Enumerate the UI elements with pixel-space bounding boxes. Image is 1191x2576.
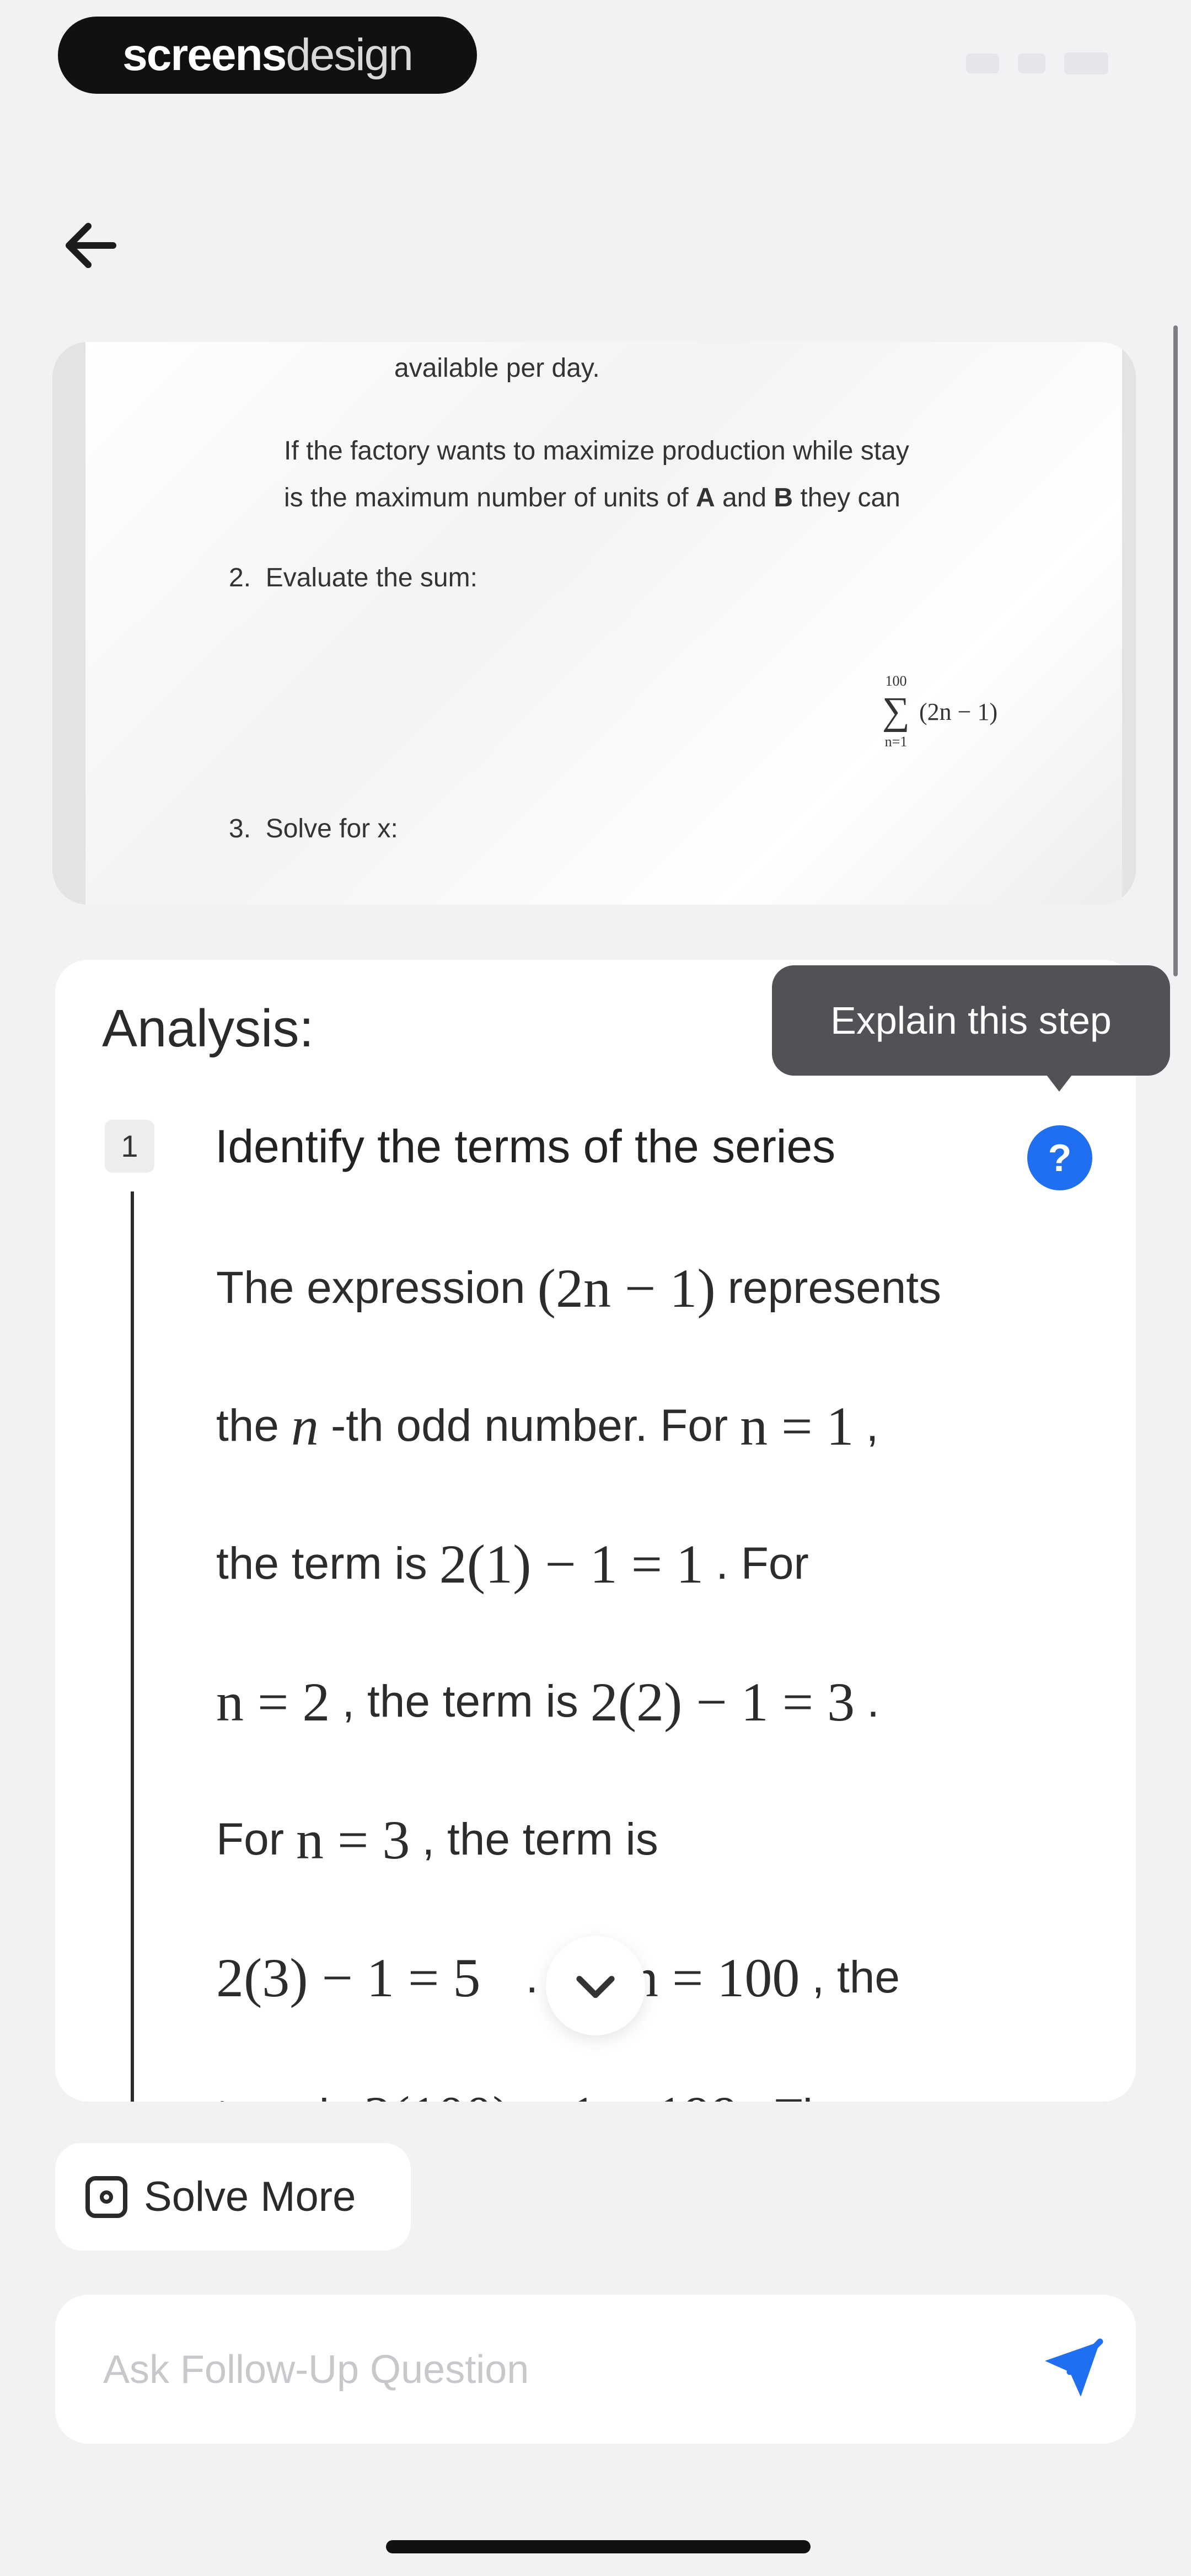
- brand-badge: screens design: [58, 17, 477, 94]
- text-segment: , the term is: [422, 1814, 658, 1864]
- follow-up-input[interactable]: [102, 2333, 986, 2406]
- photo-sum: 100 ∑ (2n − 1) n=1: [879, 673, 997, 750]
- sum-top: 100: [885, 673, 907, 689]
- explanation-line: the term is 2(1) − 1 = 1 . For: [216, 1495, 1109, 1633]
- photo-line-3: is the maximum number of units of A and …: [284, 483, 900, 513]
- math-expression: 2(2) − 1 = 3: [590, 1671, 855, 1733]
- status-bar: [966, 52, 1108, 74]
- brand-bold: screens: [122, 30, 287, 80]
- photo-item-2-num: 2.: [229, 563, 251, 592]
- photo-item-2: 2. Evaluate the sum:: [229, 563, 478, 593]
- photo-line-1: available per day.: [394, 354, 600, 383]
- sum-symbol: ∑: [882, 690, 910, 733]
- send-button[interactable]: [1037, 2336, 1108, 2402]
- analysis-card: Analysis: 1 Identify the terms of the se…: [55, 960, 1136, 2102]
- text-segment: ,: [866, 1401, 879, 1451]
- text-segment: . For: [716, 1538, 809, 1589]
- explanation-line: n = 2 , the term is 2(2) − 1 = 3 .: [216, 1633, 1109, 1771]
- explanation-line: The expression (2n − 1) represents: [216, 1219, 1109, 1357]
- solve-more-label: Solve More: [144, 2173, 356, 2220]
- explanation-line: For n = 3 , the term is: [216, 1771, 1109, 1909]
- photo-line-3a: is the maximum number of units of: [284, 483, 696, 512]
- explanation-line: the n -th odd number. For n = 1 ,: [216, 1357, 1109, 1495]
- scroll-down-button[interactable]: [546, 1936, 645, 2035]
- explanation-line: 2(3) − 1 = 5 . For n = 100 , the: [216, 1909, 1109, 2046]
- step-number: 1: [105, 1120, 154, 1173]
- sum-bottom: n=1: [884, 734, 908, 750]
- math-expression: 2(1) − 1 = 1: [439, 1533, 704, 1595]
- photo-line-3d: B: [774, 483, 793, 512]
- explanation-line: term is 2(100) − 1 = 199 . The sum: [216, 2046, 1109, 2102]
- photo-line-3e: they can: [793, 483, 900, 512]
- photo-item-3: 3. Solve for x:: [229, 814, 398, 844]
- back-button[interactable]: [58, 212, 124, 279]
- arrow-left-icon: [66, 223, 116, 268]
- tooltip-arrow: [1045, 1073, 1074, 1092]
- text-segment: represents: [727, 1263, 942, 1313]
- text-segment: .: [867, 1676, 879, 1727]
- step-connector-line: [131, 1191, 134, 2102]
- photo-line-2: If the factory wants to maximize product…: [284, 436, 909, 466]
- step-title: Identify the terms of the series: [215, 1120, 836, 1172]
- text-segment: . The sum: [750, 2089, 951, 2102]
- math-expression: (2n − 1): [537, 1257, 716, 1319]
- text-segment: For: [216, 1814, 284, 1864]
- photo-item-3-num: 3.: [229, 814, 251, 843]
- camera-scan-icon: [85, 2176, 127, 2218]
- question-mark-icon: ?: [1048, 1136, 1072, 1179]
- math-expression: 2(100) − 1 = 199: [364, 2084, 738, 2102]
- home-indicator: [386, 2540, 811, 2553]
- text-segment: -th odd number. For: [331, 1401, 728, 1451]
- battery-icon: [1064, 52, 1108, 74]
- solve-more-button[interactable]: Solve More: [55, 2143, 411, 2251]
- text-segment: The expression: [216, 1263, 525, 1313]
- math-expression: n = 100: [630, 1947, 800, 2008]
- math-expression: n = 3: [296, 1809, 410, 1870]
- follow-up-bar: [55, 2295, 1136, 2444]
- wifi-icon: [1018, 54, 1045, 73]
- text-segment: , the term is: [342, 1676, 578, 1727]
- math-expression: n = 1: [740, 1395, 854, 1457]
- analysis-heading: Analysis:: [102, 999, 314, 1058]
- text-segment: , the: [812, 1952, 900, 2002]
- brand-light: design: [286, 30, 414, 80]
- step-explanation: The expression (2n − 1) represents the n…: [216, 1219, 1109, 2102]
- scrollbar[interactable]: [1173, 325, 1178, 976]
- text-segment: the term is: [216, 1538, 427, 1589]
- text-segment: term is: [216, 2089, 352, 2102]
- math-expression: n = 2: [216, 1671, 330, 1733]
- photo-item-2-text: Evaluate the sum:: [265, 563, 478, 592]
- paper: available per day. If the factory wants …: [85, 342, 1122, 905]
- text-segment: the: [216, 1401, 279, 1451]
- sum-expr: (2n − 1): [919, 698, 998, 725]
- send-icon: [1045, 2338, 1103, 2397]
- math-expression: n: [291, 1395, 319, 1457]
- explain-step-button[interactable]: ?: [1027, 1125, 1092, 1190]
- photo-line-3c: and: [715, 483, 774, 512]
- signal-icon: [966, 54, 999, 73]
- explain-step-tooltip: Explain this step: [772, 965, 1170, 1076]
- photo-item-3-text: Solve for x:: [265, 814, 398, 843]
- photo-line-3b: A: [695, 483, 715, 512]
- question-photo: available per day. If the factory wants …: [52, 342, 1136, 905]
- math-expression: 2(3) − 1 = 5: [216, 1947, 481, 2008]
- chevron-down-icon: [576, 1976, 615, 1998]
